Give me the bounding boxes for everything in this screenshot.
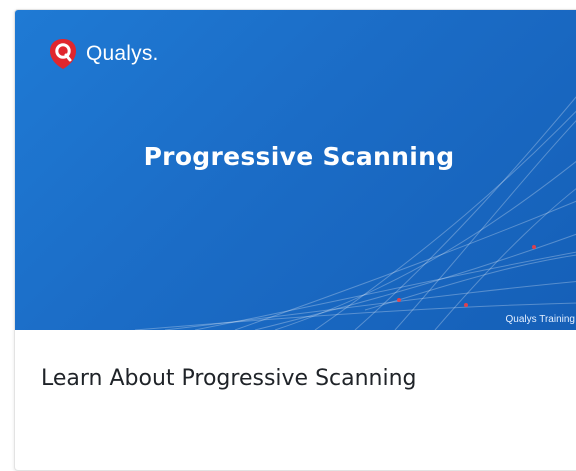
video-card[interactable]: Qualys. Progressive Scanning Qualys Trai… <box>14 9 576 471</box>
qualys-logo: Qualys. <box>49 38 159 70</box>
video-thumbnail[interactable]: Qualys. Progressive Scanning Qualys Trai… <box>15 10 576 330</box>
logo-text: Qualys. <box>86 42 159 65</box>
thumbnail-title: Progressive Scanning <box>143 142 455 171</box>
thumbnail-watermark: Qualys Training <box>505 314 575 325</box>
qualys-shield-icon <box>50 39 76 69</box>
card-title[interactable]: Learn About Progressive Scanning <box>41 366 417 391</box>
